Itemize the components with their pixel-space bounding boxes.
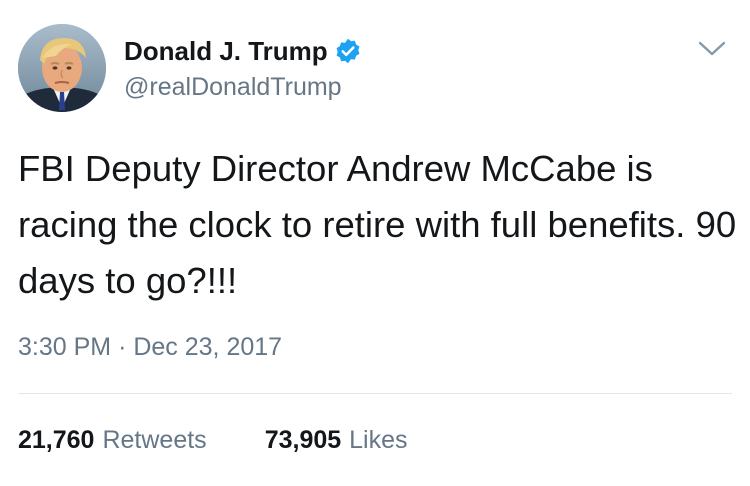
retweets-label: Retweets: [102, 426, 207, 454]
tweet-text: FBI Deputy Director Andrew McCabe is rac…: [18, 148, 737, 301]
tweet-date: Dec 23, 2017: [133, 333, 283, 361]
retweets-count: 21,760: [18, 426, 95, 454]
avatar-image: [18, 24, 106, 112]
retweets-stat[interactable]: 21,760 Retweets: [18, 424, 207, 456]
avatar[interactable]: [18, 24, 106, 112]
divider: [18, 393, 732, 394]
engagement-stats: 21,760 Retweets 73,905 Likes: [18, 424, 408, 456]
verified-badge-icon: [334, 37, 362, 65]
chevron-down-icon[interactable]: [696, 36, 728, 60]
likes-count: 73,905: [264, 426, 342, 454]
user-handle[interactable]: @realDonaldTrump: [124, 72, 342, 102]
meta-separator: ·: [118, 333, 127, 361]
likes-stat[interactable]: 73,905 Likes: [265, 424, 408, 456]
tweet-time: 3:30 PM: [18, 333, 112, 361]
display-name[interactable]: Donald J. Trump: [124, 35, 328, 67]
tweet-card: Donald J. Trump @realDonaldTrump FBI Dep…: [0, 0, 750, 486]
tweet-timestamp[interactable]: 3:30 PM · Dec 23, 2017: [18, 332, 282, 362]
likes-label: Likes: [349, 426, 408, 454]
name-row: Donald J. Trump: [124, 34, 362, 68]
